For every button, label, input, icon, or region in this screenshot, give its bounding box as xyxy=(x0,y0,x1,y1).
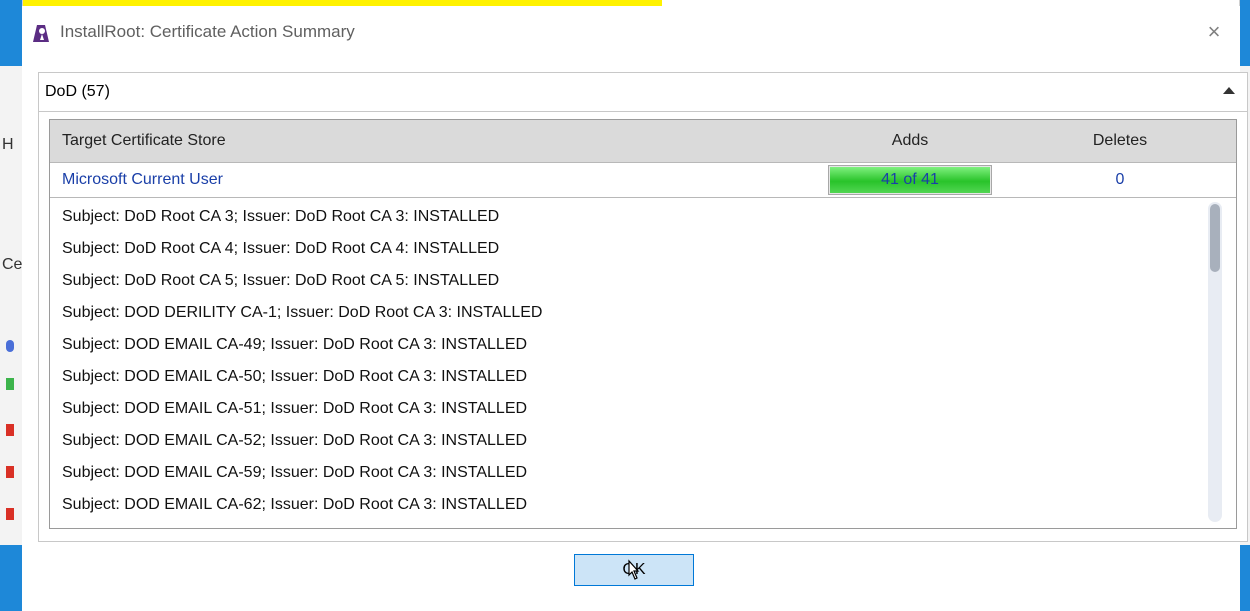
certificate-store-table: Target Certificate Store Adds Deletes Mi… xyxy=(49,119,1237,529)
background-icon xyxy=(6,340,14,352)
deletes-count: 0 xyxy=(1115,171,1125,188)
list-item[interactable]: Subject: DOD EMAIL CA-52; Issuer: DoD Ro… xyxy=(62,432,527,450)
list-item[interactable]: Subject: DOD DERILITY CA-1; Issuer: DoD … xyxy=(62,304,542,322)
installroot-app-icon xyxy=(30,22,52,44)
chevron-up-icon[interactable] xyxy=(1223,87,1235,94)
dod-group-panel: DoD (57) Target Certificate Store Adds D… xyxy=(38,72,1248,542)
list-item[interactable]: Subject: DOD EMAIL CA-59; Issuer: DoD Ro… xyxy=(62,464,527,482)
background-accent-top xyxy=(1240,0,1250,66)
list-item[interactable]: Subject: DOD EMAIL CA-50; Issuer: DoD Ro… xyxy=(62,368,527,386)
vertical-scrollbar[interactable] xyxy=(1208,202,1222,522)
background-text-fragment: H xyxy=(2,136,14,153)
list-item[interactable]: Subject: DOD EMAIL CA-51; Issuer: DoD Ro… xyxy=(62,400,527,418)
column-header-store[interactable]: Target Certificate Store xyxy=(62,132,226,150)
background-icon xyxy=(6,378,14,390)
background-text-fragment: Ce xyxy=(2,256,23,273)
list-item[interactable]: Subject: DoD Root CA 5; Issuer: DoD Root… xyxy=(62,272,499,290)
title-bar[interactable]: InstallRoot: Certificate Action Summary … xyxy=(22,6,1240,58)
list-item[interactable]: Subject: DOD EMAIL CA-49; Issuer: DoD Ro… xyxy=(62,336,527,354)
list-item[interactable]: Subject: DoD Root CA 3; Issuer: DoD Root… xyxy=(62,208,499,226)
window-title: InstallRoot: Certificate Action Summary xyxy=(60,22,355,41)
group-header[interactable]: DoD (57) xyxy=(39,73,1247,112)
mouse-pointer-icon xyxy=(624,559,642,583)
background-accent-bottom xyxy=(0,545,22,611)
background-icon xyxy=(6,466,14,478)
certificate-entry-list[interactable]: Subject: DoD Root CA 3; Issuer: DoD Root… xyxy=(50,198,1236,528)
background-window-left: H Ce xyxy=(0,0,23,611)
store-name: Microsoft Current User xyxy=(62,171,223,188)
table-row[interactable]: Microsoft Current User 41 of 41 0 xyxy=(50,163,1236,198)
adds-progress-bar: 41 of 41 xyxy=(828,165,992,195)
list-item[interactable]: Subject: DoD Root CA 4; Issuer: DoD Root… xyxy=(62,240,499,258)
background-icon xyxy=(6,508,14,520)
certificate-action-summary-dialog: InstallRoot: Certificate Action Summary … xyxy=(22,6,1248,611)
table-header: Target Certificate Store Adds Deletes xyxy=(50,120,1236,163)
adds-count: 41 of 41 xyxy=(881,171,939,188)
column-header-deletes[interactable]: Deletes xyxy=(1050,132,1190,150)
column-header-adds[interactable]: Adds xyxy=(830,132,990,150)
background-accent-top xyxy=(0,0,22,66)
background-accent-bottom xyxy=(1240,545,1250,611)
background-icon xyxy=(6,424,14,436)
scrollbar-thumb[interactable] xyxy=(1210,204,1220,272)
group-title: DoD (57) xyxy=(45,83,110,100)
list-item[interactable]: Subject: DOD EMAIL CA-62; Issuer: DoD Ro… xyxy=(62,496,527,514)
close-icon[interactable]: × xyxy=(1200,18,1228,46)
